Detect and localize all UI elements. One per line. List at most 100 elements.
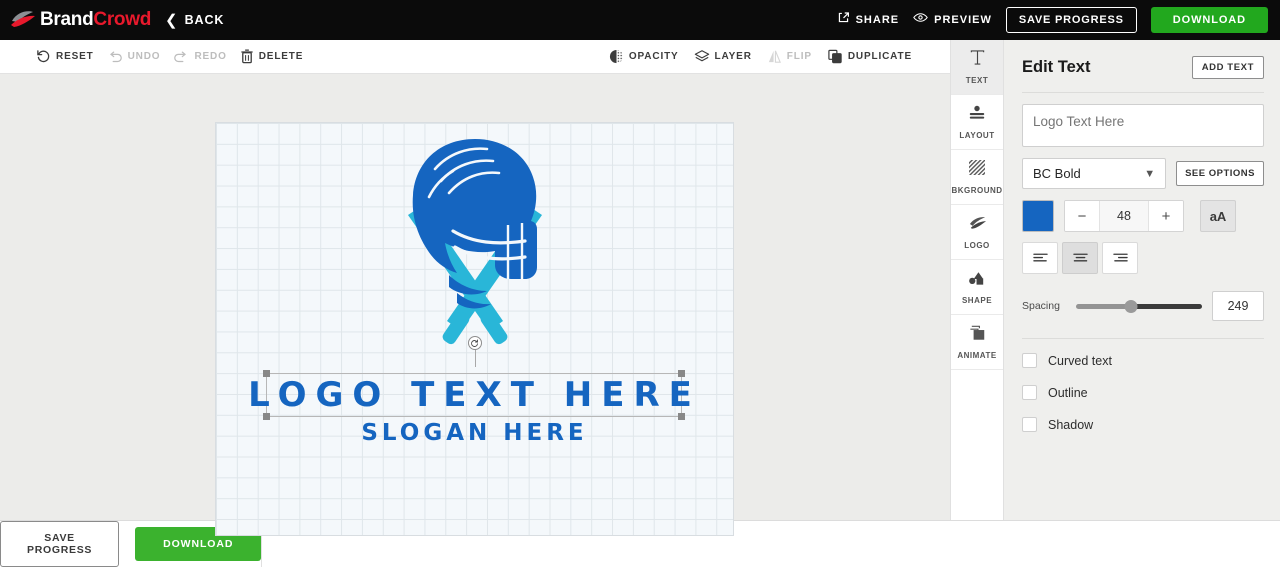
panel-title: Edit Text [1022,58,1091,76]
sidebar-item-shape[interactable]: SHAPE [951,260,1003,315]
outline-checkbox-row[interactable]: Outline [1022,385,1264,400]
redo-button[interactable]: REDO [173,50,226,64]
opacity-label: OPACITY [628,51,679,62]
sidebar-item-animate[interactable]: ANIMATE [951,315,1003,370]
flip-label: FLIP [786,51,812,62]
brandcrowd-swoosh-icon [10,9,36,31]
sidebar-item-bkground[interactable]: BKGROUND [951,150,1003,205]
share-icon [837,11,850,29]
spacing-label: Spacing [1022,300,1060,312]
spacing-value-input[interactable]: 249 [1212,291,1264,321]
tool-sidebar: TEXT LAYOUT BKGROUND LOGO SHAPE ANIMATE [950,40,1004,520]
align-left-button[interactable] [1022,242,1058,274]
animate-icon [968,324,987,346]
see-options-button[interactable]: SEE OPTIONS [1176,161,1264,186]
delete-label: DELETE [258,51,304,62]
share-label: SHARE [855,14,900,26]
chevron-left-icon: ❮ [165,11,178,29]
spacing-track-right [1131,304,1202,309]
align-center-button[interactable] [1062,242,1098,274]
save-progress-button-header[interactable]: SAVE PROGRESS [1005,7,1137,33]
panel-divider [1022,92,1264,93]
back-button[interactable]: ❮ BACK [165,13,224,28]
logo-stage: LOGO TEXT HERE SLOGAN HERE [216,123,733,535]
layout-icon [968,105,986,126]
spacing-slider[interactable] [1076,298,1202,314]
sidebar-label-logo: LOGO [964,240,990,250]
font-size-stepper: − 48 + [1064,200,1184,232]
layer-label: LAYER [714,51,752,62]
font-family-select[interactable]: BC Bold ▼ [1022,158,1167,189]
duplicate-label: DUPLICATE [847,51,912,62]
curved-text-checkbox[interactable] [1022,353,1037,368]
opacity-button[interactable]: OPACITY [609,49,679,64]
canvas-logo-text[interactable]: LOGO TEXT HERE [216,375,733,415]
preview-button[interactable]: PREVIEW [913,11,992,29]
flip-icon [767,49,782,64]
back-button-label: BACK [184,13,225,27]
sidebar-item-layout[interactable]: LAYOUT [951,95,1003,150]
preview-label: PREVIEW [934,14,992,26]
sidebar-item-logo[interactable]: LOGO [951,205,1003,260]
redo-icon [173,50,189,64]
sidebar-label-shape: SHAPE [961,295,993,305]
flip-button[interactable]: FLIP [767,49,812,64]
undo-button[interactable]: UNDO [107,50,161,64]
sidebar-label-bkground: BKGROUND [951,186,1003,195]
font-family-value: BC Bold [1033,166,1081,181]
curved-text-checkbox-row[interactable]: Curved text [1022,353,1264,368]
brandcrowd-wordmark: BrandCrowd [40,9,151,31]
eye-icon [913,11,928,29]
layer-button[interactable]: LAYER [694,49,752,64]
sidebar-label-text: TEXT [965,76,989,85]
duplicate-button[interactable]: DUPLICATE [827,49,912,64]
add-text-button[interactable]: ADD TEXT [1191,56,1264,79]
sidebar-label-layout: LAYOUT [959,130,995,140]
logo-maker-app: BrandCrowd ❮ BACK SHARE PREVIEW SAVE PRO… [0,0,1280,567]
share-button[interactable]: SHARE [837,11,900,29]
toolbar-left-group: RESET UNDO REDO DELETE [36,49,303,64]
brandcrowd-logo[interactable]: BrandCrowd [10,9,151,31]
shadow-checkbox-row[interactable]: Shadow [1022,417,1264,432]
text-case-button[interactable]: aA [1200,200,1236,232]
save-progress-button-footer[interactable]: SAVE PROGRESS [0,521,120,567]
logo-canvas[interactable]: LOGO TEXT HERE SLOGAN HERE [215,122,734,536]
cricket-helmet-and-bats-emblem[interactable] [375,133,575,353]
letter-spacing-row: Spacing 249 [1022,291,1264,321]
text-color-swatch[interactable] [1022,200,1054,232]
spacing-slider-thumb[interactable] [1124,300,1138,313]
outline-checkbox[interactable] [1022,385,1037,400]
canvas-slogan-text[interactable]: SLOGAN HERE [216,420,733,446]
shadow-label: Shadow [1048,417,1094,432]
download-button-header[interactable]: DOWNLOAD [1150,7,1268,33]
undo-icon [107,50,123,64]
sidebar-item-text[interactable]: TEXT [951,40,1003,95]
rotate-handle[interactable] [467,336,482,350]
shadow-checkbox[interactable] [1022,417,1037,432]
shape-icon [968,270,987,291]
font-size-value[interactable]: 48 [1099,201,1149,231]
reset-label: RESET [56,51,94,62]
brand-name-part2: Crowd [93,9,152,30]
opacity-icon [609,49,624,64]
editor-toolbar: RESET UNDO REDO DELETE OPACITY LAYER FLI… [0,40,950,74]
delete-button[interactable]: DELETE [240,49,304,64]
edit-text-panel: Edit Text ADD TEXT BC Bold ▼ SEE OPTIONS… [1004,40,1280,520]
reset-icon [36,49,51,64]
font-size-decrease-button[interactable]: − [1065,201,1099,231]
panel-divider-2 [1022,338,1264,339]
sidebar-label-animate: ANIMATE [957,351,997,360]
logo-text-input[interactable] [1022,104,1264,147]
duplicate-icon [827,49,843,64]
font-size-increase-button[interactable]: + [1149,201,1183,231]
layers-icon [694,49,710,64]
redo-label: REDO [194,51,227,62]
reset-button[interactable]: RESET [36,49,94,64]
spacing-track-left [1076,304,1132,309]
trash-icon [240,49,254,64]
canvas-workspace: LOGO TEXT HERE SLOGAN HERE [0,74,950,536]
brand-name-part1: Brand [40,9,94,30]
align-right-button[interactable] [1102,242,1138,274]
outline-label: Outline [1048,385,1088,400]
panel-header: Edit Text ADD TEXT [1022,56,1264,79]
